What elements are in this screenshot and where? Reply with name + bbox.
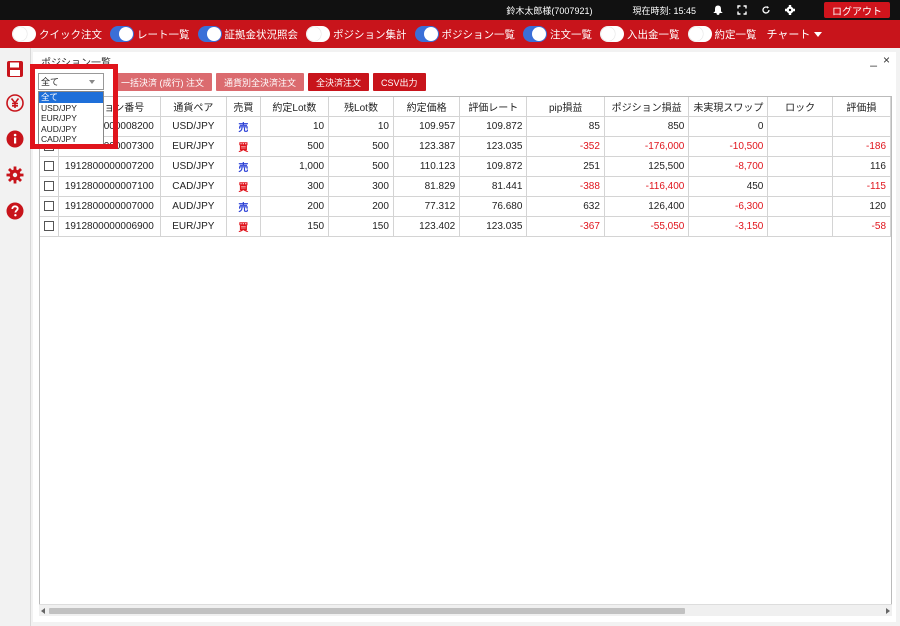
help-icon[interactable] <box>6 202 24 220</box>
row-checkbox[interactable] <box>44 180 54 191</box>
table-row[interactable]: 1912800000007000 AUD/JPY 売 200 200 77.31… <box>40 196 891 217</box>
left-sidebar <box>0 48 31 626</box>
horizontal-scrollbar[interactable] <box>39 604 892 616</box>
nav-quick-order[interactable]: クイック注文 <box>12 26 102 42</box>
panel-controls: _ × <box>870 53 890 67</box>
row-checkbox[interactable] <box>44 220 54 231</box>
row-checkbox[interactable] <box>44 200 54 211</box>
nav-margin-status[interactable]: 証拠金状況照会 <box>197 26 298 42</box>
bulk-market-close-button[interactable]: 一括決済 (成行) 注文 <box>113 73 212 91</box>
main-nav: クイック注文 レート一覧 証拠金状況照会 ポジション集計 ポジション一覧 注文一… <box>0 20 900 48</box>
scroll-right-icon[interactable] <box>886 608 890 614</box>
bell-icon[interactable] <box>712 4 724 16</box>
close-all-button[interactable]: 全決済注文 <box>308 73 370 91</box>
pair-close-all-button[interactable]: 通貨別全決済注文 <box>216 73 305 91</box>
toggle-switch[interactable] <box>110 26 134 42</box>
position-table-container: ポジション番号 通貨ペア 売買 約定Lot数 残Lot数 約定価格 評価レート … <box>39 96 892 616</box>
nav-position-list[interactable]: ポジション一覧 <box>414 26 515 42</box>
table-row[interactable]: 1912800000008200 USD/JPY 売 10 10 109.957… <box>40 116 891 137</box>
nav-deposit-list[interactable]: 入出金一覧 <box>600 26 680 42</box>
current-time: 現在時刻: 15:45 <box>632 5 696 16</box>
logout-button[interactable]: ログアウト <box>824 2 890 18</box>
gear-icon[interactable] <box>784 4 796 16</box>
scrollbar-thumb[interactable] <box>49 608 685 614</box>
refresh-icon[interactable] <box>760 4 772 16</box>
column-header[interactable]: 評価レート <box>459 97 528 117</box>
column-header[interactable]: 残Lot数 <box>328 97 394 117</box>
toggle-switch[interactable] <box>600 26 624 42</box>
nav-rate-list[interactable]: レート一覧 <box>110 26 190 42</box>
csv-export-button[interactable]: CSV出力 <box>373 73 426 91</box>
close-button[interactable]: × <box>883 53 890 67</box>
table-row[interactable]: 1912800000007200 USD/JPY 売 1,000 500 110… <box>40 156 891 177</box>
scroll-left-icon[interactable] <box>41 608 45 614</box>
minimize-button[interactable]: _ <box>870 53 877 67</box>
column-header[interactable]: 評価損 <box>832 97 891 117</box>
position-table: ポジション番号 通貨ペア 売買 約定Lot数 残Lot数 約定価格 評価レート … <box>40 97 891 237</box>
toggle-switch[interactable] <box>12 26 36 42</box>
toggle-switch[interactable] <box>414 26 439 42</box>
save-icon[interactable] <box>6 60 24 78</box>
fullscreen-icon[interactable] <box>736 4 748 16</box>
table-row[interactable]: 1912800000007300 EUR/JPY 買 500 500 123.3… <box>40 136 891 157</box>
row-checkbox[interactable] <box>44 160 54 171</box>
column-header[interactable]: ポジション損益 <box>604 97 690 117</box>
column-header[interactable]: pip損益 <box>526 97 605 117</box>
gear-icon[interactable] <box>6 166 24 184</box>
column-header[interactable]: 約定Lot数 <box>260 97 330 117</box>
position-list-panel: ポジション一覧 _ × 一括決済 (成行) 注文 通貨別全決済注文 全決済注文 … <box>33 52 896 622</box>
column-header[interactable]: 約定価格 <box>393 97 461 117</box>
column-header[interactable]: ロック <box>767 97 833 117</box>
nav-execution-list[interactable]: 約定一覧 <box>687 26 757 42</box>
yen-icon[interactable] <box>6 94 24 112</box>
toggle-switch[interactable] <box>306 26 330 42</box>
toggle-switch[interactable] <box>523 26 547 42</box>
table-row[interactable]: 1912800000007100 CAD/JPY 買 300 300 81.82… <box>40 176 891 197</box>
table-row[interactable]: 1912800000006900 EUR/JPY 買 150 150 123.4… <box>40 216 891 237</box>
toggle-switch[interactable] <box>687 26 712 42</box>
user-name: 鈴木太郎様(7007921) <box>506 5 593 16</box>
info-icon[interactable] <box>6 130 24 148</box>
top-status-bar: 鈴木太郎様(7007921) 現在時刻: 15:45 ログアウト <box>0 0 900 20</box>
nav-order-list[interactable]: 注文一覧 <box>523 26 592 42</box>
highlight-frame <box>30 64 118 149</box>
toggle-switch[interactable] <box>197 26 222 42</box>
nav-chart-menu[interactable]: チャート <box>767 26 823 42</box>
chevron-down-icon <box>814 31 823 37</box>
column-header[interactable]: 通貨ペア <box>160 97 228 117</box>
column-header[interactable]: 売買 <box>226 97 261 117</box>
table-header-row: ポジション番号 通貨ペア 売買 約定Lot数 残Lot数 約定価格 評価レート … <box>40 97 891 117</box>
nav-position-summary[interactable]: ポジション集計 <box>306 26 407 42</box>
column-header[interactable]: 未実現スワップ <box>688 97 769 117</box>
